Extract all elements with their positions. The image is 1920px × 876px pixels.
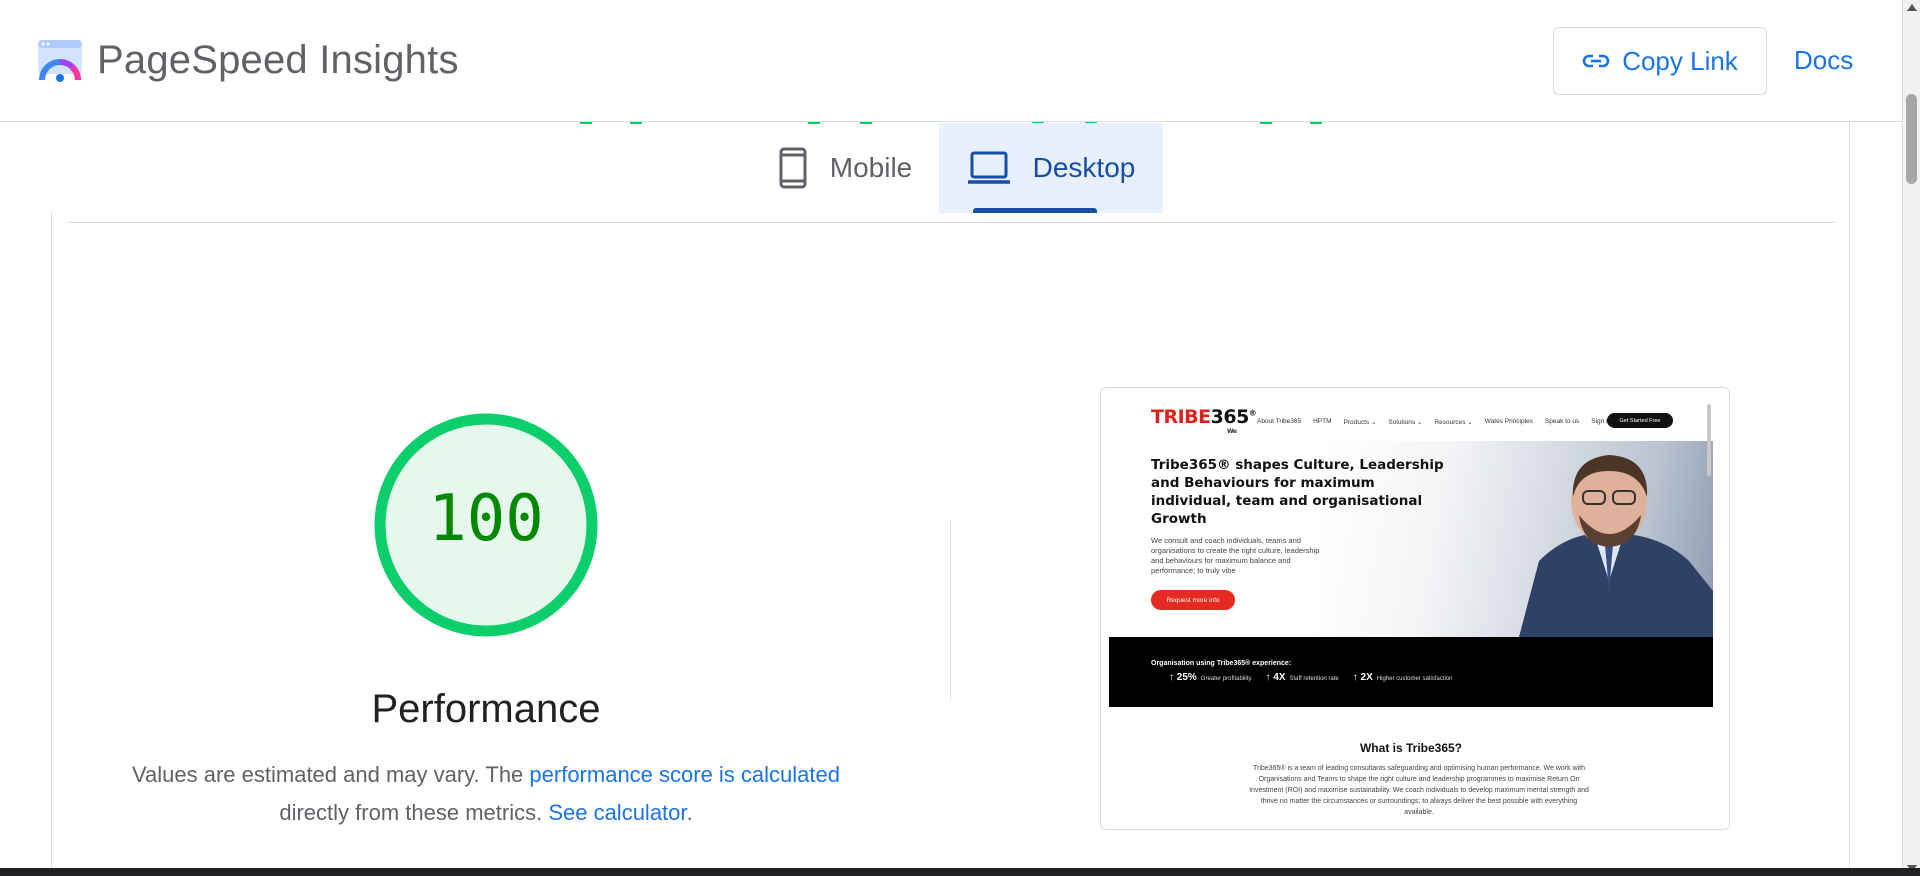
tab-desktop[interactable]: Desktop [939, 123, 1163, 213]
preview-band-title: Organisation using Tribe365® experience: [1151, 660, 1292, 667]
copy-link-label: Copy Link [1622, 45, 1738, 76]
card-border-right [1849, 122, 1850, 876]
tribe365-logo-black: 365 [1210, 406, 1250, 428]
preview-stat: ↑ 2X Higher customer satisfaction [1352, 672, 1453, 683]
smartphone-icon [779, 147, 807, 189]
docs-link[interactable]: Docs [1794, 42, 1853, 78]
tribe365-logo-red: TRIBE [1151, 406, 1211, 428]
preview-cta: Get Started Free [1607, 413, 1673, 428]
preview-stat-value: 4X [1273, 672, 1286, 683]
preview-stats: ↑ 25% Greater profitability ↑ 4X Staff ret… [1169, 672, 1452, 683]
page: PageSpeed Insights Copy Link Docs Mobile [0, 0, 1920, 876]
screenshot-content: TRIBE365® We About Tribe365 HPTM Products… [1109, 396, 1713, 822]
preview-nav-item: HPTM [1313, 418, 1332, 425]
performance-score-value: 100 [428, 482, 544, 556]
tribe365-logo-mark: ® [1248, 408, 1257, 418]
preview-stat: ↑ 4X Staff retention rate [1265, 672, 1339, 683]
see-calculator-link[interactable]: See calculator [548, 800, 686, 825]
tabs-divider [67, 222, 1835, 223]
preview-stats-band: Organisation using Tribe365® experience:… [1109, 637, 1713, 707]
performance-score-calculated-link[interactable]: performance score is calculated [529, 762, 840, 787]
vertical-divider [950, 520, 951, 700]
card-border-left [51, 212, 52, 876]
performance-category-title: Performance [371, 687, 601, 731]
score-disclaimer: Values are estimated and may vary. The p… [100, 756, 872, 832]
preview-nav-item: Wates Principles [1484, 418, 1533, 425]
copy-link-button[interactable]: Copy Link [1553, 27, 1767, 95]
laptop-icon [967, 151, 1010, 184]
preview-hero-title: Tribe365® shapes Culture, Leadership and… [1151, 457, 1444, 527]
final-screenshot[interactable]: TRIBE365® We About Tribe365 HPTM Products… [1100, 387, 1730, 830]
preview-nav-item: Solutions ⌄ [1388, 419, 1423, 426]
tab-mobile[interactable]: Mobile [752, 123, 938, 213]
disclaimer-text-3: . [686, 800, 693, 825]
top-app-bar: PageSpeed Insights Copy Link Docs [0, 0, 1902, 122]
brand-title: PageSpeed Insights [97, 38, 459, 82]
preview-hero-person-image [1519, 455, 1713, 637]
preview-nav-item: Resources ⌄ [1434, 419, 1473, 426]
pagespeed-logo-icon[interactable] [36, 36, 84, 84]
link-icon [1582, 54, 1610, 68]
preview-nav-item: Products ⌄ [1343, 419, 1377, 426]
disclaimer-text-2: directly from these metrics. [279, 800, 549, 825]
page-scrollbar[interactable] [1902, 0, 1920, 876]
tab-desktop-label: Desktop [1032, 152, 1136, 183]
preview-hero-button: Request more info [1151, 590, 1235, 610]
preview-stat-value: 2X [1360, 672, 1373, 683]
preview-stat-label: Staff retention rate [1289, 676, 1339, 682]
scroll-up-arrow-icon[interactable] [1907, 4, 1917, 11]
preview-stat: ↑ 25% Greater profitability [1169, 672, 1252, 683]
preview-nav: About Tribe365 HPTM Products ⌄ Solutions… [1257, 418, 1611, 426]
preview-section-title: What is Tribe365? [1359, 741, 1463, 755]
scrollbar-thumb[interactable] [1906, 94, 1917, 184]
tribe365-logo: TRIBE365® We [1151, 406, 1257, 435]
tab-active-indicator [973, 208, 1097, 213]
tab-mobile-label: Mobile [829, 152, 913, 183]
preview-section-text: Tribe365® is a team of leading consultan… [1249, 765, 1589, 816]
preview-stat-label: Greater profitability [1200, 676, 1252, 682]
preview-nav-item: About Tribe365 [1257, 418, 1302, 425]
disclaimer-text-1: Values are estimated and may vary. The [131, 762, 530, 787]
preview-nav-item: Speak to us [1544, 418, 1580, 425]
bottom-edge [0, 868, 1920, 876]
preview-hero-description: We consult and coach individuals, teams … [1151, 536, 1320, 575]
preview-stat-value: 25% [1176, 672, 1197, 683]
preview-scrollbar-thumb [1707, 404, 1711, 476]
tribe365-logo-sub: We [1227, 428, 1237, 435]
preview-stat-label: Higher customer satisfaction [1376, 676, 1453, 682]
